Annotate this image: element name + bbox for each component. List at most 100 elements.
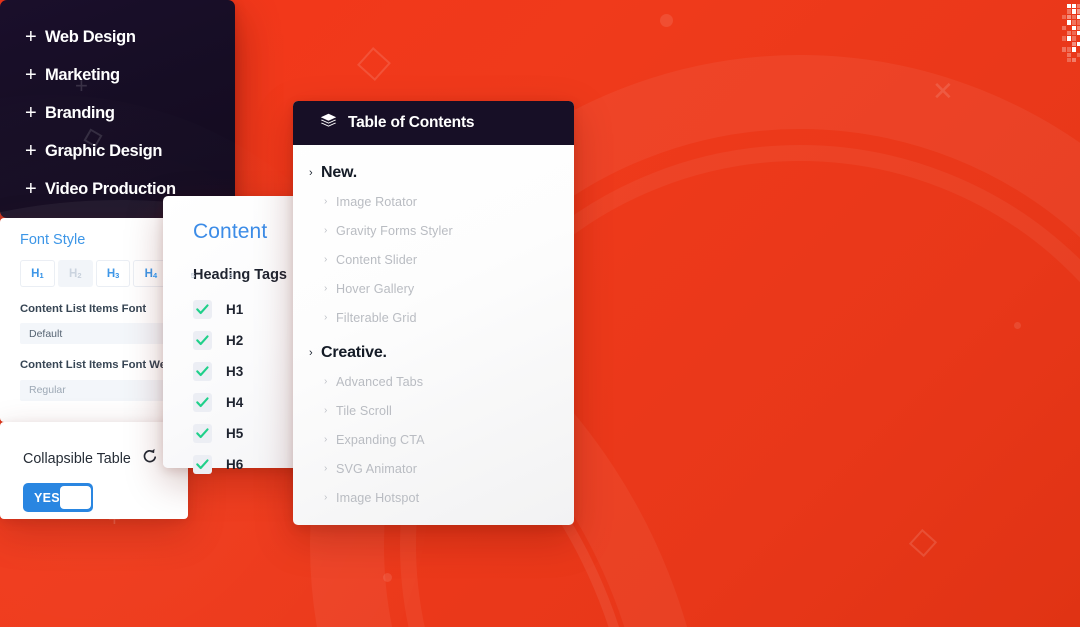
chevron-right-icon: › <box>309 167 313 179</box>
toc-item[interactable]: › Expanding CTA <box>293 425 574 454</box>
toc-item-label: Hover Gallery <box>336 281 415 296</box>
toc-group-spacer <box>293 332 574 344</box>
chevron-right-icon: › <box>309 347 313 359</box>
services-list: + Web Design + Marketing + Branding + Graphic D… <box>0 18 235 208</box>
background-dot <box>1014 322 1021 329</box>
chevron-right-icon: › <box>324 225 328 236</box>
plus-icon: + <box>25 26 37 48</box>
toc-item[interactable]: › SVG Animator <box>293 454 574 483</box>
pixel-cell <box>1067 14 1072 20</box>
checkbox-checked-icon[interactable] <box>193 424 212 443</box>
pixel-cell <box>1072 14 1077 20</box>
collapsible-table-header: Collapsible Table <box>0 422 188 469</box>
pixel-cell <box>1067 9 1072 14</box>
toc-item[interactable]: › Advanced Tabs <box>293 367 574 396</box>
service-label: Marketing <box>45 65 120 84</box>
heading-tab-h3[interactable]: H3 <box>95 260 131 287</box>
toc-item-label: Gravity Forms Styler <box>336 223 453 238</box>
toc-item-label: Image Rotator <box>336 194 418 209</box>
checkbox-checked-icon[interactable] <box>193 300 212 319</box>
toc-body: › New. › Image Rotator › Gravity Forms Styler… <box>293 145 574 512</box>
heading-tab-letter: H <box>31 267 40 280</box>
pixel-cell <box>1067 58 1072 63</box>
pixel-cell <box>1067 52 1072 57</box>
toc-header: Table of Contents <box>293 101 574 145</box>
reset-icon[interactable] <box>142 448 158 469</box>
toc-group-header[interactable]: › New. <box>293 164 574 182</box>
heading-tag-label: H3 <box>226 364 244 379</box>
heading-tab-number: 4 <box>152 271 158 280</box>
toc-item-label: Image Hotspot <box>336 490 420 505</box>
toc-item[interactable]: › Content Slider <box>293 245 574 274</box>
font-weight-value: Regular <box>29 384 66 396</box>
background-diamond <box>908 528 938 558</box>
heading-tag-label: H6 <box>226 457 244 472</box>
pixel-cell <box>1062 25 1067 30</box>
checkbox-checked-icon[interactable] <box>193 362 212 381</box>
heading-tab-number: 3 <box>115 271 120 280</box>
service-accordion-item[interactable]: + Marketing <box>0 56 235 94</box>
background-diamond <box>357 47 391 81</box>
pixel-cell <box>1072 41 1077 47</box>
heading-tab-number: 2 <box>77 271 82 280</box>
service-label: Video Production <box>45 179 176 198</box>
plus-icon: + <box>25 178 37 200</box>
toggle-label: YES <box>34 490 60 505</box>
service-accordion-item[interactable]: + Graphic Design <box>0 132 235 170</box>
heading-tag-label: H2 <box>226 333 244 348</box>
heading-tab-letter: H <box>69 267 78 280</box>
toc-item[interactable]: › Gravity Forms Styler <box>293 216 574 245</box>
heading-tab-h2[interactable]: H2 <box>57 260 93 287</box>
pixel-cell <box>1067 47 1072 52</box>
checkbox-checked-icon[interactable] <box>193 455 212 474</box>
font-style-title: Font Style <box>20 232 86 248</box>
service-label: Web Design <box>45 27 136 46</box>
chevron-right-icon: › <box>324 196 328 207</box>
collapsible-table-toggle[interactable]: YES <box>23 483 93 512</box>
pixel-cell <box>1072 31 1077 36</box>
service-accordion-item[interactable]: + Web Design <box>0 18 235 56</box>
toc-item[interactable]: › Tile Scroll <box>293 396 574 425</box>
service-accordion-item[interactable]: + Branding <box>0 94 235 132</box>
toc-item-label: SVG Animator <box>336 461 417 476</box>
toc-item[interactable]: › Image Rotator <box>293 187 574 216</box>
chevron-right-icon: › <box>324 283 328 294</box>
pixel-cell <box>1062 47 1067 52</box>
plus-icon: + <box>25 102 37 124</box>
collapsible-table-title: Collapsible Table <box>23 450 131 467</box>
toc-item[interactable]: › Filterable Grid <box>293 303 574 332</box>
toc-title: Table of Contents <box>348 114 475 131</box>
toc-group-header[interactable]: › Creative. <box>293 344 574 362</box>
pixel-cell <box>1072 36 1077 41</box>
toc-item-label: Filterable Grid <box>336 310 417 325</box>
heading-tag-label: H4 <box>226 395 244 410</box>
chevron-right-icon: › <box>324 405 328 416</box>
toc-item-label: Content Slider <box>336 252 418 267</box>
heading-tag-label: H1 <box>226 302 244 317</box>
toc-item-label: Advanced Tabs <box>336 374 424 389</box>
toggle-knob <box>59 486 91 509</box>
pixel-cell <box>1067 36 1072 41</box>
heading-tab-number: 6 <box>228 271 233 280</box>
pixel-cell <box>1062 36 1067 41</box>
plus-icon: + <box>25 64 37 86</box>
background-dot <box>660 14 673 27</box>
pixel-cell <box>1072 25 1077 30</box>
background-plus-icon: ✕ <box>932 76 954 106</box>
heading-tab-h1[interactable]: H1 <box>20 260 55 287</box>
chevron-right-icon: › <box>324 254 328 265</box>
layers-icon <box>320 113 337 134</box>
toc-item[interactable]: › Hover Gallery <box>293 274 574 303</box>
toc-item-label: Expanding CTA <box>336 432 425 447</box>
service-label: Graphic Design <box>45 141 163 160</box>
background-dot <box>383 573 392 582</box>
screenshot-stage: + + ✕ Content Heading Tags H1H2H3H4H5H6 … <box>0 0 1080 627</box>
font-family-value: Default <box>29 327 63 340</box>
pixel-cell <box>1067 20 1072 25</box>
toc-group-label: New. <box>321 164 357 181</box>
toc-item[interactable]: › Image Hotspot <box>293 483 574 512</box>
checkbox-checked-icon[interactable] <box>193 393 212 412</box>
heading-tab-letter: H <box>106 267 116 280</box>
toc-item-label: Tile Scroll <box>336 403 392 418</box>
checkbox-checked-icon[interactable] <box>193 331 212 350</box>
